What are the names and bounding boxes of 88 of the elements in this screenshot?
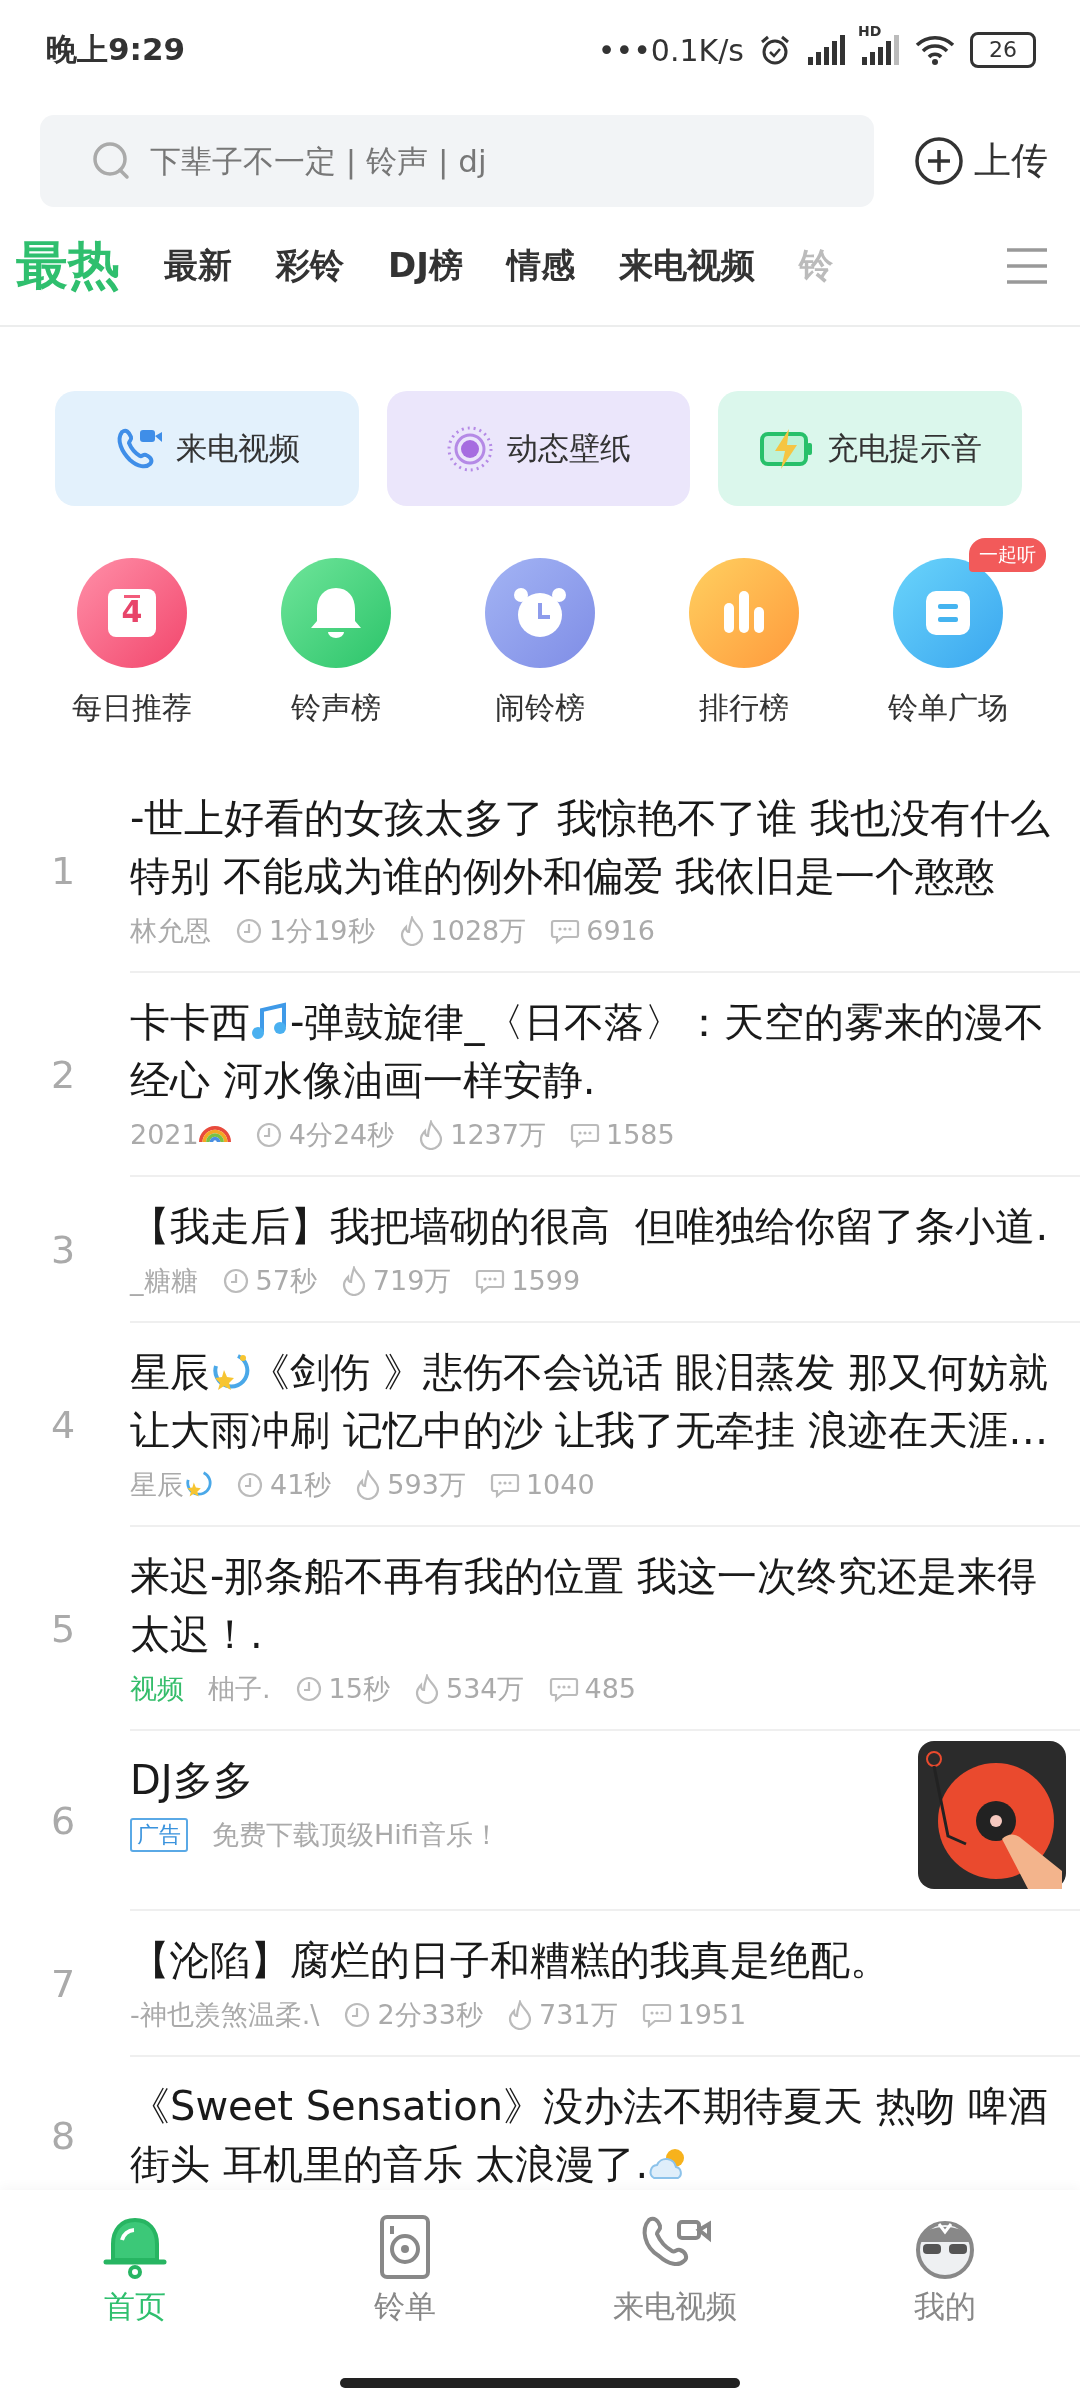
play-count: 1028万 (430, 914, 527, 948)
song-title[interactable]: 【我走后】我把墙砌的很高 但唯独给你留了条小道. (130, 1197, 1066, 1255)
nav-tab[interactable]: 铃单 (270, 2214, 540, 2328)
shortcut-card[interactable]: 动态壁纸 (386, 391, 691, 506)
rank-number: 4 (49, 1403, 77, 1447)
flame-icon (413, 1674, 440, 1704)
flame-icon (355, 1470, 382, 1500)
song-title[interactable]: 来迟-那条船不再有我的位置 我这一次终究还是来得太迟！. (130, 1547, 1066, 1663)
video-tag: 视频 (130, 1669, 184, 1709)
duration: 15秒 (328, 1672, 390, 1706)
comment-icon (475, 1267, 506, 1295)
song-title[interactable]: -世上好看的女孩太多了 我惊艳不了谁 我也没有什么特别 不能成为谁的例外和偏爱 我依旧是一个憨憨 (130, 789, 1066, 905)
clock-icon (221, 1267, 250, 1295)
play-count: 1237万 (450, 1118, 546, 1152)
song-title[interactable]: 星辰 《剑伤 》悲伤不会说话 眼泪蒸发 那又何妨就让大雨冲刷 记忆中的沙 让我了无牵挂 浪迹在天涯… (130, 1343, 1066, 1459)
status-time: 晚上9:29 (46, 30, 186, 69)
song-title[interactable]: DJ多多 (130, 1751, 908, 1809)
play-count: 731万 (538, 1998, 618, 2032)
category-tab[interactable]: 最新 (164, 243, 232, 289)
comment-count: 1599 (511, 1264, 581, 1298)
wifi-icon (914, 34, 956, 66)
rank-number: 7 (49, 1962, 77, 2006)
network-label: HD (858, 23, 882, 39)
ad-tag: 广告 (130, 1818, 188, 1852)
category-tab[interactable]: 来电视频 (618, 243, 755, 289)
play-count: 593万 (387, 1468, 466, 1502)
upload-button[interactable]: 上传 (914, 136, 1048, 186)
flame-icon (398, 916, 425, 946)
comment-count: 1585 (606, 1118, 675, 1152)
nav-tab[interactable]: 我的 (810, 2214, 1080, 2328)
clock-icon (236, 1471, 264, 1499)
flame-icon (418, 1120, 445, 1150)
menu-icon[interactable] (1004, 246, 1050, 286)
rank-number: 5 (49, 1607, 77, 1651)
shortcut-card[interactable]: 充电提示音 (718, 391, 1022, 506)
comment-count: 1951 (677, 1998, 747, 2032)
badge: 一起听 (969, 538, 1046, 572)
rank-number: 1 (49, 849, 77, 893)
category-tab[interactable]: 彩铃 (276, 243, 344, 289)
plus-icon (914, 136, 964, 186)
duration: 4分24秒 (288, 1118, 395, 1152)
category-tab[interactable]: DJ榜 (388, 243, 463, 289)
alarm-icon (758, 33, 792, 67)
rank-number: 8 (49, 2114, 77, 2158)
clock-icon (254, 1121, 283, 1149)
battery-icon: 26 (970, 32, 1036, 68)
comment-icon (641, 2001, 672, 2029)
clock-icon (343, 2001, 372, 2029)
nav-tab[interactable]: 来电视频 (540, 2214, 810, 2328)
search-field[interactable]: 下辈子不一定 | 铃声 | dj (40, 115, 874, 207)
comment-count: 1040 (525, 1468, 595, 1502)
duration: 41秒 (270, 1468, 332, 1502)
comment-icon (550, 917, 581, 945)
flame-icon (506, 2000, 533, 2030)
comment-icon (570, 1121, 600, 1149)
sparkle-icon (210, 1352, 250, 1392)
rank-number: 6 (49, 1799, 77, 1843)
sparkle-icon (184, 1470, 212, 1498)
play-count: 719万 (372, 1264, 452, 1298)
comment-count: 485 (584, 1672, 637, 1706)
category-button[interactable]: 4 每日推荐 (72, 558, 192, 729)
rank-number: 3 (49, 1228, 77, 1272)
song-title[interactable]: 《Sweet Sensation》没办法不期待夏天 热吻 啤酒街头 耳机里的音乐 太浪漫了. (130, 2077, 1066, 2190)
clock-icon (294, 1675, 323, 1703)
shortcut-card[interactable]: 来电视频 (55, 391, 359, 506)
song-title[interactable]: 卡卡西 -弹鼓旋律_〈日不落〉：天空的雾来的漫不经心 河水像油画一样安静. (130, 993, 1066, 1109)
play-count: 534万 (445, 1672, 525, 1706)
song-title[interactable]: 【沦陷】腐烂的日子和糟糕的我真是绝配。 (130, 1931, 1066, 1989)
category-tab[interactable]: 情感 (506, 243, 575, 289)
category-button[interactable]: 铃声榜 (281, 558, 391, 729)
turntable-icon[interactable] (918, 1741, 1066, 1889)
comment-count: 6916 (586, 914, 655, 948)
signal-icon (806, 35, 846, 65)
rank-number: 2 (49, 1053, 77, 1097)
duration: 57秒 (255, 1264, 317, 1298)
signal-icon (860, 35, 900, 65)
category-button[interactable]: 排行榜 (689, 558, 799, 729)
network-speed: •••0.1K/s (597, 32, 744, 68)
comment-icon (548, 1675, 579, 1703)
comment-icon (489, 1471, 520, 1499)
flame-icon (340, 1266, 367, 1296)
duration: 2分33秒 (377, 1998, 483, 2032)
rainbow-icon (198, 1126, 231, 1144)
ad-description: 免费下载顶级Hifi音乐！ (212, 1818, 500, 1852)
duration: 1分19秒 (269, 914, 375, 948)
clock-icon (235, 917, 263, 945)
calendar-day: 4 (77, 594, 187, 629)
category-button[interactable]: 闹铃榜 (485, 558, 595, 729)
